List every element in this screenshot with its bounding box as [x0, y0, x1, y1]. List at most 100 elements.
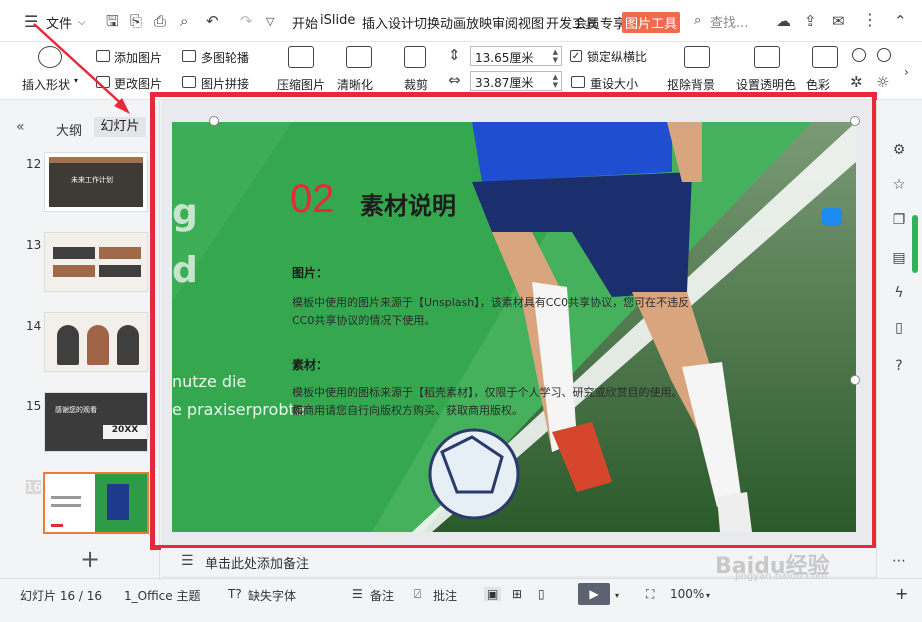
more-icon[interactable]: ⋮: [862, 12, 878, 28]
sharpen-icon: [346, 46, 372, 68]
comment-icon: ⍁: [414, 587, 422, 601]
tab-islide[interactable]: iSlide: [320, 13, 355, 28]
tab-animation[interactable]: 动画: [440, 13, 466, 32]
missing-font-icon: T?: [228, 587, 242, 601]
spin-up-icon[interactable]: ▲: [553, 74, 558, 81]
comment-icon[interactable]: ✉: [832, 13, 845, 29]
tab-slides[interactable]: 幻灯片: [94, 117, 146, 137]
more-options-icon[interactable]: ⋯: [891, 553, 907, 569]
lightning-icon[interactable]: ϟ: [891, 285, 907, 301]
thumb-title: 未来工作计划: [71, 176, 113, 184]
rotate-icon[interactable]: [852, 48, 866, 62]
width-value: 13.65厘米: [475, 51, 534, 65]
width-field[interactable]: 13.65厘米 ▲ ▼: [470, 46, 562, 66]
spin-down-icon[interactable]: ▼: [553, 57, 558, 64]
comments-button[interactable]: 批注: [433, 587, 457, 604]
properties-icon[interactable]: ⚙: [891, 142, 907, 158]
notes-icon: ☰: [181, 553, 194, 569]
copy-icon[interactable]: ❐: [891, 212, 907, 228]
slide-thumbnail-16-selected[interactable]: [43, 472, 149, 534]
height-value: 33.87厘米: [475, 76, 534, 90]
tab-member[interactable]: 会员专享: [574, 13, 626, 32]
sharpen-button[interactable]: 清晰化: [337, 76, 373, 93]
height-field[interactable]: 33.87厘米 ▲ ▼: [470, 71, 562, 91]
ribbon-scroll-right-icon[interactable]: ›: [904, 64, 909, 80]
annotation-arrow: [33, 23, 130, 114]
notes-input[interactable]: 单击此处添加备注: [205, 553, 309, 572]
print-preview-icon[interactable]: ⌕: [180, 13, 188, 29]
picture-collage-button[interactable]: 图片拼接: [201, 75, 249, 92]
tab-start[interactable]: 开始: [292, 13, 318, 32]
compress-icon: [288, 46, 314, 68]
spin-up-icon[interactable]: ▲: [553, 49, 558, 56]
notes-toggle-button[interactable]: 备注: [370, 587, 394, 604]
height-icon: ⇕: [448, 46, 461, 64]
tab-transition[interactable]: 切换: [414, 13, 440, 32]
tab-insert[interactable]: 插入: [362, 13, 388, 32]
slide-thumbnail-14[interactable]: [44, 312, 148, 372]
slide-thumbnail-12[interactable]: 未来工作计划: [44, 152, 148, 212]
transparent-color-icon: [754, 46, 780, 68]
contrast-icon[interactable]: ✲: [850, 74, 863, 90]
rotate-right-icon[interactable]: [877, 48, 891, 62]
slide-number: 12: [26, 157, 42, 171]
slide-counter: 幻灯片 16 / 16: [20, 589, 103, 603]
customize-toolbar-icon[interactable]: ▽: [266, 14, 274, 30]
print-icon[interactable]: ⎙: [154, 13, 166, 29]
brightness-icon[interactable]: ☼: [876, 74, 889, 90]
collage-icon: [182, 76, 196, 88]
help-icon[interactable]: ?: [891, 358, 907, 374]
slide-sorter-icon[interactable]: ⊞: [512, 587, 522, 601]
multi-carousel-button[interactable]: 多图轮播: [201, 49, 249, 66]
search-icon: ⌕: [694, 13, 702, 28]
color-icon: [812, 46, 838, 68]
missing-font-button[interactable]: 缺失字体: [248, 587, 296, 604]
tab-slideshow[interactable]: 放映: [466, 13, 492, 32]
gallery-icon[interactable]: ▤: [891, 250, 907, 266]
play-slideshow-button[interactable]: ▶: [578, 583, 610, 605]
undo-icon[interactable]: ↶: [206, 13, 219, 29]
reading-view-icon[interactable]: ▯: [538, 587, 545, 601]
redo-icon[interactable]: ↷: [240, 13, 253, 29]
collapse-pane-icon[interactable]: «: [16, 119, 25, 135]
add-slide-button[interactable]: +: [80, 545, 100, 573]
compress-picture-button[interactable]: 压缩图片: [277, 76, 325, 93]
tab-picture-tools[interactable]: 图片工具: [622, 12, 681, 33]
color-button[interactable]: 色彩: [806, 76, 830, 93]
set-transparent-button[interactable]: 设置透明色: [736, 76, 796, 93]
slide-number: 13: [26, 238, 42, 252]
zoom-in-icon[interactable]: +: [895, 584, 908, 603]
remove-background-icon: [684, 46, 710, 68]
spin-down-icon[interactable]: ▼: [553, 82, 558, 89]
scroll-indicator[interactable]: [912, 215, 918, 273]
lock-ratio-label: 锁定纵横比: [587, 50, 648, 64]
book-icon[interactable]: ▯: [891, 320, 907, 336]
chevron-down-icon[interactable]: ▾: [615, 591, 619, 600]
reset-size-button[interactable]: 重设大小: [590, 75, 638, 92]
collapse-ribbon-icon[interactable]: ⌃: [894, 13, 907, 29]
slide-number: 15: [26, 399, 42, 413]
normal-view-icon[interactable]: ▣: [484, 587, 502, 601]
fit-window-icon[interactable]: ⛶: [646, 587, 654, 602]
chevron-down-icon[interactable]: ▾: [706, 591, 710, 600]
lock-ratio-checkbox[interactable]: ✓: [570, 50, 582, 62]
slide-thumbnail-13[interactable]: [44, 232, 148, 292]
width-icon: ⇔: [448, 71, 461, 89]
slide-thumbnail-15[interactable]: 感谢您的观看 20XX: [44, 392, 148, 452]
zoom-level[interactable]: 100%: [670, 587, 704, 601]
carousel-icon: [182, 50, 196, 62]
star-icon[interactable]: ☆: [891, 177, 907, 193]
remove-background-button[interactable]: 抠除背景: [667, 76, 715, 93]
tab-design[interactable]: 设计: [388, 13, 414, 32]
thumb-year: 20XX: [103, 425, 147, 439]
crop-button[interactable]: 裁剪: [404, 76, 428, 93]
slide-number: 14: [26, 319, 42, 333]
tab-outline[interactable]: 大纲: [56, 120, 82, 139]
cloud-icon[interactable]: ☁: [776, 13, 791, 29]
search-input[interactable]: 查找...: [710, 12, 748, 31]
tab-view[interactable]: 视图: [518, 13, 544, 32]
tab-review[interactable]: 审阅: [492, 13, 518, 32]
share-icon[interactable]: ⇪: [804, 13, 817, 29]
theme-name[interactable]: 1_Office 主题: [124, 587, 200, 604]
right-side-panel: [876, 100, 922, 578]
